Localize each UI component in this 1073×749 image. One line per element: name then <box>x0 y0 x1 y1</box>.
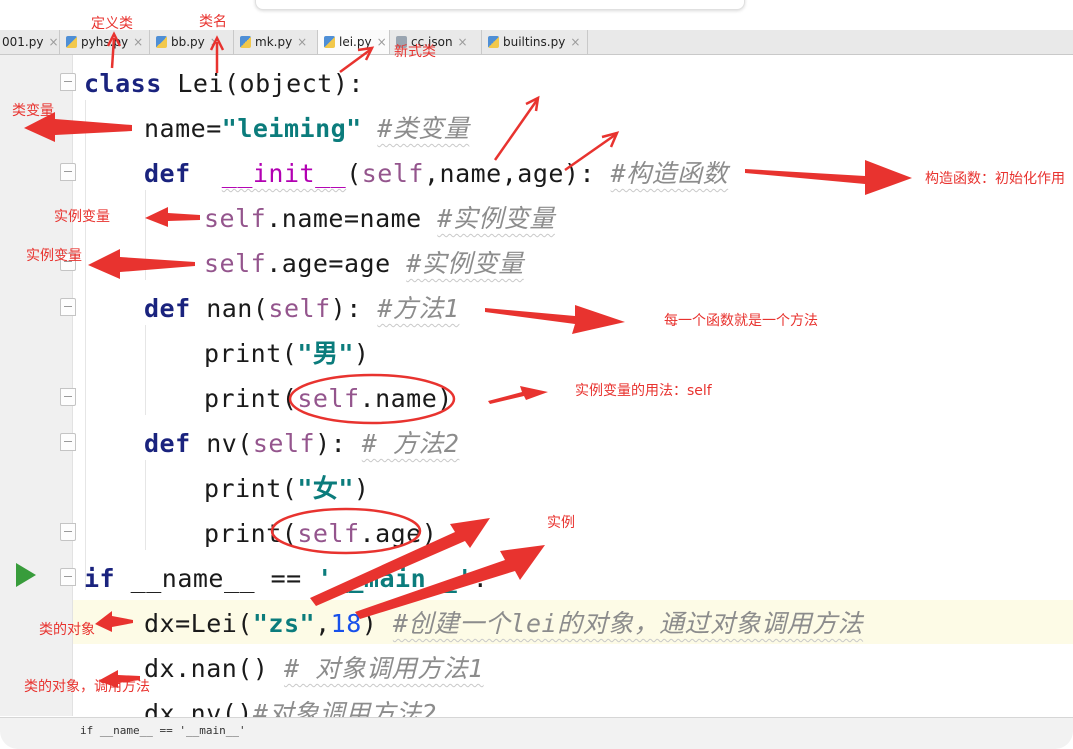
close-icon[interactable]: × <box>297 35 307 49</box>
tab-mk-py[interactable]: mk.py × <box>234 30 318 54</box>
gutter <box>0 55 72 716</box>
annotation-instance-var-1: 实例变量 <box>54 209 110 225</box>
annotation-class-object: 类的对象 <box>39 622 95 638</box>
code-line-7: print("男") <box>204 339 370 368</box>
fold-marker-icon[interactable] <box>60 73 76 91</box>
code-line-13: dx=Lei("zs",18) #创建一个lei的对象，通过对象调用方法 <box>144 609 864 638</box>
python-file-icon <box>240 36 251 48</box>
python-file-icon <box>324 36 335 48</box>
tab-label: 001.py <box>2 35 44 49</box>
python-file-icon <box>488 36 499 48</box>
tab-label: bb.py <box>171 35 205 49</box>
editor-tab-bar: 001.py × pyhs.py × bb.py × mk.py × lei.p… <box>0 30 1073 55</box>
python-file-icon <box>66 36 77 48</box>
status-bar: if __name__ == '__main__' <box>0 717 1073 749</box>
tab-builtins-py[interactable]: builtins.py × <box>482 30 588 54</box>
notification-popup <box>255 0 745 10</box>
code-line-5: self.age=age #实例变量 <box>204 249 524 278</box>
annotation-class-name: 类名 <box>199 14 227 30</box>
indent-guide <box>85 100 86 590</box>
annotation-class-variable: 类变量 <box>12 103 54 119</box>
run-icon[interactable] <box>16 563 36 587</box>
code-line-4: self.name=name #实例变量 <box>204 204 555 233</box>
code-line-10: print("女") <box>204 474 370 503</box>
tab-label: lei.py <box>339 35 372 49</box>
fold-marker-icon[interactable] <box>60 298 76 316</box>
tab-label: mk.py <box>255 35 293 49</box>
close-icon[interactable]: × <box>210 35 220 49</box>
annotation-instance-var-usage: 实例变量的用法：self <box>575 383 712 399</box>
fold-marker-icon[interactable] <box>60 523 76 541</box>
tab-bb-py[interactable]: bb.py × <box>150 30 234 54</box>
tab-001-py[interactable]: 001.py × <box>0 30 60 54</box>
close-icon[interactable]: × <box>48 35 58 49</box>
close-icon[interactable]: × <box>133 35 143 49</box>
fold-marker-icon[interactable] <box>60 163 76 181</box>
tab-label: pyhs.py <box>81 35 129 49</box>
tab-lei-py[interactable]: lei.py × <box>318 30 390 54</box>
fold-marker-icon[interactable] <box>60 568 76 586</box>
code-editor[interactable]: class Lei(object): name="leiming" #类变量 d… <box>0 55 1073 728</box>
close-icon[interactable]: × <box>570 35 580 49</box>
code-line-6: def nan(self): #方法1 <box>144 294 460 323</box>
editor-window: 001.py × pyhs.py × bb.py × mk.py × lei.p… <box>0 0 1073 749</box>
top-strip <box>0 0 1073 30</box>
annotation-instance-var-2: 实例变量 <box>26 248 82 264</box>
breadcrumb[interactable]: if __name__ == '__main__' <box>80 724 246 737</box>
annotation-each-function-method: 每一个函数就是一个方法 <box>664 313 818 329</box>
indent-guide <box>145 460 146 550</box>
code-line-12: if __name__ == '__main__': <box>84 564 489 593</box>
code-line-2: name="leiming" #类变量 <box>144 114 470 143</box>
code-line-8: print(self.name) <box>204 384 453 413</box>
indent-guide <box>145 325 146 415</box>
tab-pyhs-py[interactable]: pyhs.py × <box>60 30 150 54</box>
code-line-11: print(self.age) <box>204 519 438 548</box>
close-icon[interactable]: × <box>377 35 387 49</box>
annotation-instance: 实例 <box>547 515 575 531</box>
close-icon[interactable]: × <box>458 35 468 49</box>
annotation-new-style-class: 新式类 <box>394 44 436 60</box>
fold-marker-icon[interactable] <box>60 433 76 451</box>
tab-label: builtins.py <box>503 35 566 49</box>
python-file-icon <box>156 36 167 48</box>
code-line-9: def nv(self): # 方法2 <box>144 429 460 458</box>
annotation-define-class: 定义类 <box>91 16 133 32</box>
annotation-class-object-call: 类的对象，调用方法 <box>24 679 150 695</box>
code-line-3: def __init__(self,name,age): #构造函数 <box>144 159 729 188</box>
annotation-constructor: 构造函数：初始化作用 <box>925 171 1065 187</box>
fold-marker-icon[interactable] <box>60 388 76 406</box>
code-line-1: class Lei(object): <box>84 69 364 98</box>
code-line-14: dx.nan() # 对象调用方法1 <box>144 654 484 683</box>
indent-guide <box>145 190 146 280</box>
